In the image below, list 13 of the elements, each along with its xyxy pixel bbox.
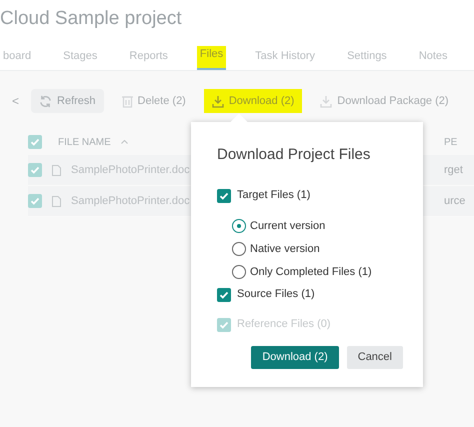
option-label: Reference Files (0) (237, 317, 331, 332)
table-cell-text: SamplePhotoPrinter.doc (71, 162, 190, 178)
option-label: Current version (250, 218, 326, 234)
page-title: Cloud Sample project (0, 7, 183, 31)
option-label: Source Files (1) (237, 287, 315, 302)
column-header: PE (444, 136, 458, 150)
table-cell-text: rget (444, 162, 464, 178)
option-label: Only Completed Files (1) (250, 264, 372, 280)
table-cell-text: urce (444, 194, 466, 209)
option-label: Target Files (1) (237, 188, 310, 204)
table-cell-text: SamplePhotoPrinter.doc (71, 194, 190, 209)
dialog-title: Download Project Files (217, 145, 372, 165)
option-label: Native version (250, 242, 320, 257)
